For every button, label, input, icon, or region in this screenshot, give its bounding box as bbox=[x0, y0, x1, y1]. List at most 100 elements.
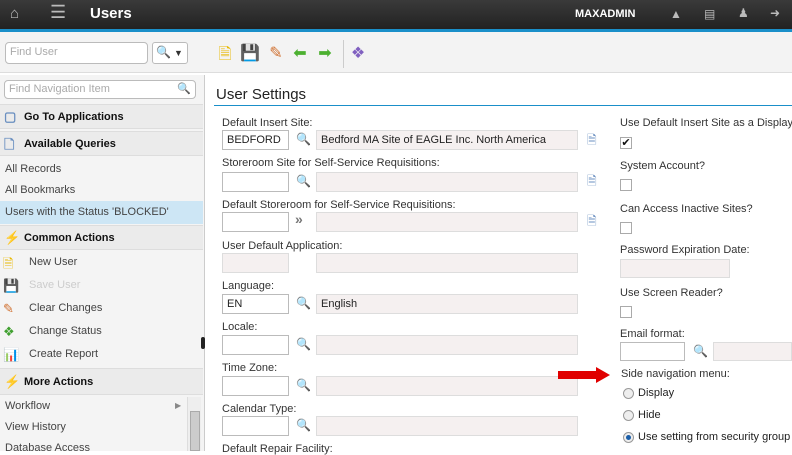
go-to-applications-label: Go To Applications bbox=[24, 111, 124, 123]
display-filter-checkbox[interactable]: ✔ bbox=[620, 137, 632, 149]
lookup-icon[interactable]: 🔍 bbox=[296, 174, 311, 188]
side-nav-display-label[interactable]: Display bbox=[638, 387, 674, 399]
toolbar-separator bbox=[343, 40, 344, 68]
search-icon: 🔍 bbox=[156, 45, 171, 59]
action-clear-changes[interactable]: Clear Changes bbox=[29, 302, 102, 314]
applications-icon: ▢ bbox=[4, 109, 17, 124]
common-actions-icon: ⚡ bbox=[4, 230, 21, 245]
page-title: User Settings bbox=[216, 86, 307, 103]
action-create-report[interactable]: Create Report bbox=[29, 348, 98, 360]
new-user-icon: 🗎 bbox=[3, 256, 14, 271]
new-record-icon[interactable]: 🗎 bbox=[215, 43, 235, 70]
inactive-sites-checkbox[interactable] bbox=[620, 222, 632, 234]
side-nav-display-radio[interactable] bbox=[623, 388, 634, 399]
display-filter-label: Use Default Insert Site as a Display Fil… bbox=[620, 117, 792, 129]
user-default-application-input bbox=[222, 253, 289, 273]
more-view-history[interactable]: View History bbox=[5, 421, 66, 433]
sidebar-collapse-handle[interactable] bbox=[201, 337, 205, 349]
change-status-icon[interactable]: ❖ bbox=[348, 43, 368, 63]
locale-label: Locale: bbox=[222, 321, 258, 333]
sign-out-icon[interactable]: ➜ bbox=[770, 6, 780, 20]
detail-menu-icon[interactable]: 🗎 bbox=[587, 131, 597, 152]
search-icon: 🔍 bbox=[177, 83, 191, 95]
profile-icon[interactable]: ♟ bbox=[738, 6, 749, 20]
storeroom-site-input[interactable] bbox=[222, 172, 289, 192]
side-nav-security-group-label[interactable]: Use setting from security group bbox=[638, 431, 790, 443]
calendar-type-label: Calendar Type: bbox=[222, 403, 297, 415]
storeroom-site-description bbox=[316, 172, 578, 192]
user-default-application-description bbox=[316, 253, 578, 273]
action-change-status[interactable]: Change Status bbox=[29, 325, 102, 337]
default-storeroom-description bbox=[316, 212, 578, 232]
lookup-icon[interactable]: 🔍 bbox=[693, 344, 708, 358]
lookup-icon[interactable]: 🔍 bbox=[296, 337, 311, 351]
time-zone-input[interactable] bbox=[222, 376, 289, 396]
more-database-access[interactable]: Database Access bbox=[5, 442, 90, 454]
lookup-icon[interactable]: 🔍 bbox=[296, 132, 311, 146]
calendar-type-input[interactable] bbox=[222, 416, 289, 436]
go-to-applications-header[interactable]: ▢ Go To Applications bbox=[0, 104, 203, 129]
lookup-icon[interactable]: 🔍 bbox=[296, 296, 311, 310]
save-icon: 💾 bbox=[240, 45, 260, 62]
menu-icon[interactable]: ☰ bbox=[50, 2, 66, 23]
chevron-down-icon[interactable]: ▼ bbox=[174, 48, 183, 58]
action-new-user[interactable]: New User bbox=[29, 256, 77, 268]
system-account-label: System Account? bbox=[620, 160, 705, 172]
more-actions-header[interactable]: ⚡ More Actions bbox=[0, 368, 203, 395]
scrollbar-thumb[interactable] bbox=[190, 411, 200, 451]
query-all-bookmarks[interactable]: All Bookmarks bbox=[5, 184, 75, 196]
find-navigation-input[interactable]: Find Navigation Item 🔍 bbox=[4, 80, 196, 99]
search-button[interactable]: 🔍 ▼ bbox=[152, 42, 188, 64]
side-nav-hide-radio[interactable] bbox=[623, 410, 634, 421]
default-storeroom-input[interactable] bbox=[222, 212, 289, 232]
query-all-records[interactable]: All Records bbox=[5, 163, 61, 175]
more-actions-icon: ⚡ bbox=[4, 374, 21, 389]
query-blocked-users-label: Users with the Status 'BLOCKED' bbox=[5, 206, 169, 218]
detail-menu-icon[interactable]: 🗎 bbox=[587, 172, 597, 193]
default-insert-site-description: Bedford MA Site of EAGLE Inc. North Amer… bbox=[316, 130, 578, 150]
screen-reader-label: Use Screen Reader? bbox=[620, 287, 723, 299]
double-chevron-icon[interactable]: » bbox=[295, 211, 303, 227]
action-save-user: Save User bbox=[29, 279, 81, 291]
find-navigation-placeholder: Find Navigation Item bbox=[9, 83, 110, 95]
available-queries-label: Available Queries bbox=[24, 138, 116, 150]
system-account-checkbox[interactable] bbox=[620, 179, 632, 191]
sidebar-scrollbar[interactable] bbox=[187, 397, 201, 451]
default-insert-site-label: Default Insert Site: bbox=[222, 117, 313, 129]
lookup-icon[interactable]: 🔍 bbox=[296, 418, 311, 432]
create-report-icon: 📊 bbox=[3, 347, 20, 362]
calendar-type-description bbox=[316, 416, 578, 436]
find-user-input[interactable]: Find User bbox=[5, 42, 148, 64]
side-nav-hide-label[interactable]: Hide bbox=[638, 409, 661, 421]
home-icon[interactable]: ⌂ bbox=[10, 5, 19, 22]
detail-menu-icon[interactable]: 🗎 bbox=[587, 212, 597, 233]
available-queries-header[interactable]: 🗋 Available Queries bbox=[0, 131, 203, 156]
language-input[interactable]: EN bbox=[222, 294, 289, 314]
password-expiration-label: Password Expiration Date: bbox=[620, 244, 750, 256]
default-storeroom-label: Default Storeroom for Self-Service Requi… bbox=[222, 199, 456, 211]
more-actions-label: More Actions bbox=[24, 376, 94, 388]
next-arrow-icon[interactable]: ➡ bbox=[315, 43, 335, 63]
time-zone-description bbox=[316, 376, 578, 396]
submenu-arrow-icon: ▶ bbox=[175, 401, 182, 410]
more-workflow[interactable]: Workflow bbox=[5, 400, 50, 412]
common-actions-header[interactable]: ⚡ Common Actions bbox=[0, 225, 203, 250]
side-nav-security-group-radio[interactable] bbox=[623, 432, 634, 443]
previous-arrow-icon[interactable]: ⬅ bbox=[290, 43, 310, 63]
lookup-icon[interactable]: 🔍 bbox=[296, 378, 311, 392]
password-expiration-input bbox=[620, 259, 730, 278]
common-actions-label: Common Actions bbox=[24, 232, 115, 244]
query-blocked-users[interactable]: Users with the Status 'BLOCKED' bbox=[0, 201, 203, 224]
locale-description bbox=[316, 335, 578, 355]
reports-icon[interactable]: ▤ bbox=[704, 7, 715, 21]
screen-reader-checkbox[interactable] bbox=[620, 306, 632, 318]
default-insert-site-input[interactable]: BEDFORD bbox=[222, 130, 289, 150]
locale-input[interactable] bbox=[222, 335, 289, 355]
clear-changes-icon[interactable]: ✎ bbox=[266, 43, 286, 63]
user-default-application-label: User Default Application: bbox=[222, 240, 343, 252]
username[interactable]: MAXADMIN bbox=[575, 8, 636, 20]
clear-changes-icon: ✎ bbox=[3, 301, 14, 316]
bulletin-icon[interactable]: ▲ bbox=[670, 7, 682, 21]
app-title: Users bbox=[90, 5, 132, 22]
email-format-input[interactable] bbox=[620, 342, 685, 361]
